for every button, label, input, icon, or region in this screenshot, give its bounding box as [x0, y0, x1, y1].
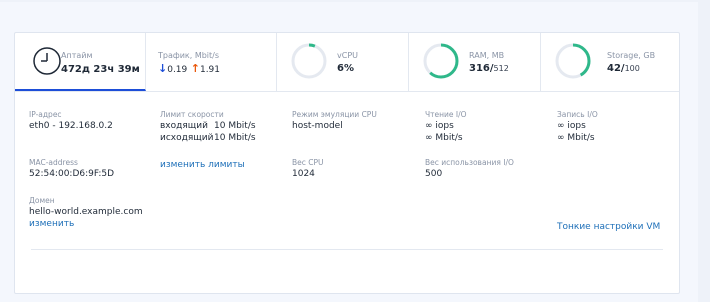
speed-out-value: 10 Mbit/s: [214, 133, 256, 143]
ram-label: RAM, MB: [469, 51, 505, 60]
ram-total: 512: [493, 64, 509, 73]
storage-total: 100: [624, 64, 640, 73]
mac-value: 52:54:00:D6:9F:5D: [29, 169, 115, 179]
cpu-mode-label: Режим эмуляции CPU: [292, 110, 377, 119]
speed-limit-block: Лимит скорости входящий 10 Mbit/s исходящ…: [160, 110, 256, 144]
ram-used: 316: [469, 63, 490, 74]
storage-value: 42/100: [607, 63, 640, 74]
vcpu-ring-gauge: [291, 43, 327, 79]
cpu-mode-block: Режим эмуляции CPU host-model: [292, 110, 377, 132]
domain-value: hello-world.example.com: [29, 207, 143, 217]
read-io-label: Чтение I/O: [425, 110, 467, 119]
write-mbit: ∞ Mbit/s: [557, 133, 595, 143]
storage-label: Storage, GB: [607, 51, 656, 60]
page-background: Аптайм 472д 23ч 39м Трафик, Mbit/s ↓0.19…: [0, 2, 698, 302]
traffic-values: ↓0.19 ↑1.91: [158, 62, 220, 75]
change-limits-link[interactable]: изменить лимиты: [160, 159, 245, 171]
mac-block: MAC-address 52:54:00:D6:9F:5D: [29, 158, 114, 180]
cpu-weight-label: Вес CPU: [292, 158, 324, 167]
ram-tab[interactable]: RAM, MB 316/512: [409, 33, 541, 91]
io-weight-block: Вес использования I/O 500: [425, 158, 514, 180]
read-io-block: Чтение I/O ∞ iops ∞ Mbit/s: [425, 110, 467, 144]
ip-value: eth0 - 192.168.0.2: [29, 121, 113, 131]
write-io-block: Запись I/O ∞ iops ∞ Mbit/s: [557, 110, 598, 144]
arrow-up-icon: ↑: [190, 62, 200, 75]
divider: [31, 249, 663, 250]
traffic-down: 0.19: [167, 65, 188, 75]
ram-ring-gauge: [423, 43, 459, 79]
fine-tune-vm-link[interactable]: Тонкие настройки VM: [557, 221, 660, 233]
write-io-label: Запись I/O: [557, 110, 598, 119]
cpu-mode-value: host-model: [292, 121, 343, 131]
io-weight-value: 500: [425, 169, 443, 179]
io-weight-label: Вес использования I/O: [425, 158, 514, 167]
vm-summary-card: Аптайм 472д 23ч 39м Трафик, Mbit/s ↓0.19…: [14, 32, 680, 294]
ip-block: IP-адрес eth0 - 192.168.0.2: [29, 110, 113, 132]
storage-tab[interactable]: Storage, GB 42/100: [541, 33, 679, 91]
domain-change-link[interactable]: изменить: [29, 218, 143, 230]
ip-label: IP-адрес: [29, 110, 62, 119]
speed-in-row: входящий 10 Mbit/s: [160, 120, 256, 132]
clock-icon: [33, 47, 61, 75]
vcpu-label: vCPU: [337, 51, 358, 60]
uptime-label: Аптайм: [61, 51, 93, 60]
uptime-value: 472д 23ч 39м: [61, 64, 140, 75]
speed-limit-label: Лимит скорости: [160, 110, 224, 119]
mac-label: MAC-address: [29, 158, 78, 167]
storage-used: 42: [607, 63, 621, 74]
traffic-tab[interactable]: Трафик, Mbit/s ↓0.19 ↑1.91: [146, 33, 277, 91]
arrow-down-icon: ↓: [158, 62, 168, 75]
change-limits-block: изменить лимиты: [160, 159, 245, 171]
read-mbit: ∞ Mbit/s: [425, 133, 463, 143]
vcpu-tab[interactable]: vCPU 6%: [277, 33, 409, 91]
cpu-weight-block: Вес CPU 1024: [292, 158, 324, 180]
uptime-tab[interactable]: Аптайм 472д 23ч 39м: [15, 33, 146, 91]
speed-in-value: 10 Mbit/s: [214, 121, 256, 131]
read-iops: ∞ iops: [425, 121, 454, 131]
stats-bar: Аптайм 472д 23ч 39м Трафик, Mbit/s ↓0.19…: [15, 33, 679, 92]
ram-value: 316/512: [469, 63, 509, 74]
speed-out-label: исходящий: [160, 133, 214, 143]
write-iops: ∞ iops: [557, 121, 586, 131]
vcpu-value: 6%: [337, 63, 354, 74]
storage-ring-gauge: [555, 43, 591, 79]
cpu-weight-value: 1024: [292, 169, 315, 179]
domain-block: Домен hello-world.example.com изменить: [29, 196, 143, 230]
speed-out-row: исходящий 10 Mbit/s: [160, 132, 256, 144]
traffic-up: 1.91: [199, 65, 221, 75]
traffic-label: Трафик, Mbit/s: [158, 51, 220, 60]
fine-tune-block: Тонкие настройки VM: [557, 221, 660, 233]
domain-label: Домен: [29, 196, 55, 205]
speed-in-label: входящий: [160, 121, 208, 131]
